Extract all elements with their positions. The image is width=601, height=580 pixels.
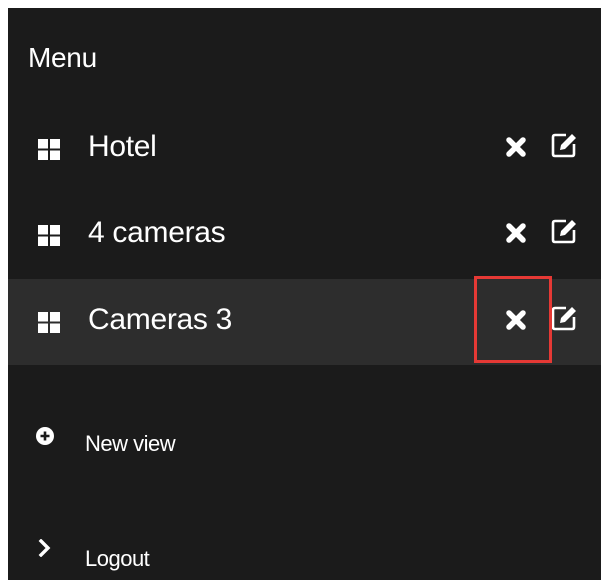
- menu-title: Menu: [28, 42, 97, 73]
- view-item-cameras-3[interactable]: Cameras 3: [8, 279, 601, 365]
- logout-label: Logout: [85, 546, 150, 571]
- view-item-4-cameras[interactable]: 4 cameras: [8, 192, 601, 278]
- close-icon[interactable]: [505, 309, 527, 331]
- view-label: Cameras 3: [88, 303, 233, 336]
- edit-icon[interactable]: [551, 131, 578, 158]
- grid-icon: [38, 312, 60, 333]
- chevron-right-icon: [38, 539, 51, 557]
- close-icon[interactable]: [505, 222, 527, 244]
- view-item-hotel[interactable]: Hotel: [8, 106, 601, 192]
- view-label: Hotel: [88, 130, 157, 163]
- side-menu-panel: Menu Hotel 4 cameras Cameras 3 New view …: [8, 8, 601, 580]
- new-view-button[interactable]: New view: [8, 407, 601, 477]
- new-view-label: New view: [85, 431, 176, 456]
- logout-button[interactable]: Logout: [8, 518, 601, 580]
- view-label: 4 cameras: [88, 216, 226, 249]
- close-icon[interactable]: [505, 136, 527, 158]
- grid-icon: [38, 225, 60, 246]
- edit-icon[interactable]: [551, 217, 578, 244]
- edit-icon[interactable]: [551, 304, 578, 331]
- plus-circle-icon: [36, 427, 54, 445]
- grid-icon: [38, 139, 60, 160]
- menu-header: Menu: [8, 8, 601, 106]
